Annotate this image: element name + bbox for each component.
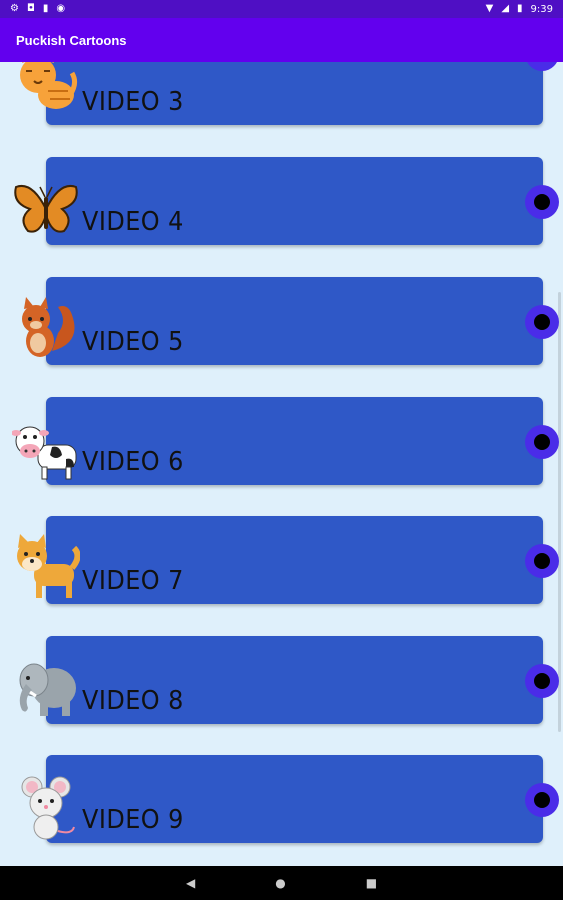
play-dot-icon xyxy=(534,434,550,450)
signal-icon: ◢ xyxy=(501,3,510,14)
play-dot-icon xyxy=(534,314,550,330)
video-label: VIDEO 9 xyxy=(82,805,184,835)
video-label: VIDEO 3 xyxy=(82,87,184,117)
video-row[interactable]: VIDEO 8 xyxy=(0,636,563,726)
recents-icon[interactable]: ■ xyxy=(366,877,377,889)
video-row[interactable]: VIDEO 3 xyxy=(0,62,563,127)
back-icon[interactable]: ◀ xyxy=(186,877,195,889)
play-button[interactable] xyxy=(525,664,559,698)
squirrel-icon xyxy=(22,297,75,357)
elephant-icon xyxy=(19,663,76,716)
play-dot-icon xyxy=(534,194,550,210)
cat-icon xyxy=(20,62,78,109)
navigation-bar: ◀ ● ■ xyxy=(0,866,563,900)
status-bar: ⚙ ◘ ▮ ◉ ▼ ◢ ▮ 9:39 xyxy=(0,0,563,18)
video-row[interactable]: VIDEO 5 xyxy=(0,277,563,367)
settings-icon: ⚙ xyxy=(10,3,19,14)
play-dot-icon xyxy=(534,673,550,689)
video-label: VIDEO 5 xyxy=(82,327,184,357)
cow-icon xyxy=(12,426,77,480)
play-dot-icon xyxy=(534,553,550,569)
notification-icon: ◘ xyxy=(26,3,35,14)
status-time: 9:39 xyxy=(530,3,553,15)
sync-icon: ◉ xyxy=(56,3,66,14)
video-list[interactable]: VIDEO 3 VIDEO 4 VIDEO 5 VIDEO 6 VIDEO 7 … xyxy=(0,62,563,866)
play-button[interactable] xyxy=(525,305,559,339)
play-button[interactable] xyxy=(525,425,559,459)
video-label: VIDEO 4 xyxy=(82,207,184,237)
play-dot-icon xyxy=(534,792,550,808)
butterfly-icon xyxy=(14,185,78,233)
play-button[interactable] xyxy=(525,783,559,817)
status-left: ⚙ ◘ ▮ ◉ xyxy=(10,4,65,14)
video-row[interactable]: VIDEO 7 xyxy=(0,516,563,606)
video-row[interactable]: VIDEO 9 xyxy=(0,755,563,845)
video-label: VIDEO 7 xyxy=(82,566,184,596)
app-title: Puckish Cartoons xyxy=(16,32,127,48)
home-icon[interactable]: ● xyxy=(275,877,285,889)
video-label: VIDEO 8 xyxy=(82,686,184,716)
video-label: VIDEO 6 xyxy=(82,447,184,477)
play-button[interactable] xyxy=(525,544,559,578)
mouse-icon xyxy=(21,776,75,840)
video-row[interactable]: VIDEO 6 xyxy=(0,397,563,487)
dog-icon xyxy=(17,534,80,598)
wifi-icon: ▼ xyxy=(485,3,494,14)
video-row[interactable]: VIDEO 4 xyxy=(0,157,563,247)
app-bar: Puckish Cartoons xyxy=(0,18,563,62)
battery-icon: ▮ xyxy=(517,3,523,14)
status-right: ▼ ◢ ▮ 9:39 xyxy=(486,4,553,15)
sd-card-icon: ▮ xyxy=(42,3,49,14)
play-button[interactable] xyxy=(525,185,559,219)
